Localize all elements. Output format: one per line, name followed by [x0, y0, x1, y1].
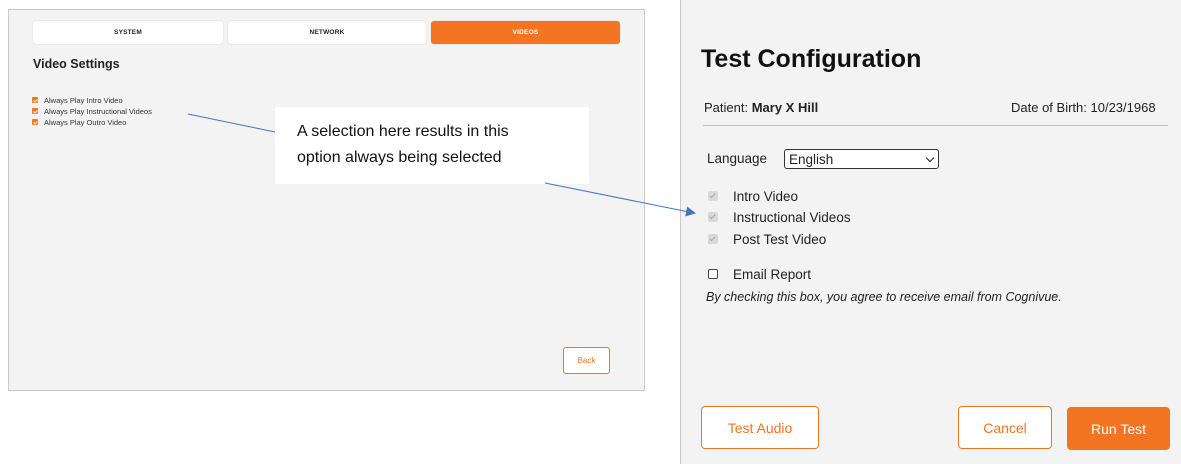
annotation-pointer-line [187, 113, 276, 133]
annotation-connectors [187, 113, 696, 217]
annotation-arrow [544, 182, 696, 217]
